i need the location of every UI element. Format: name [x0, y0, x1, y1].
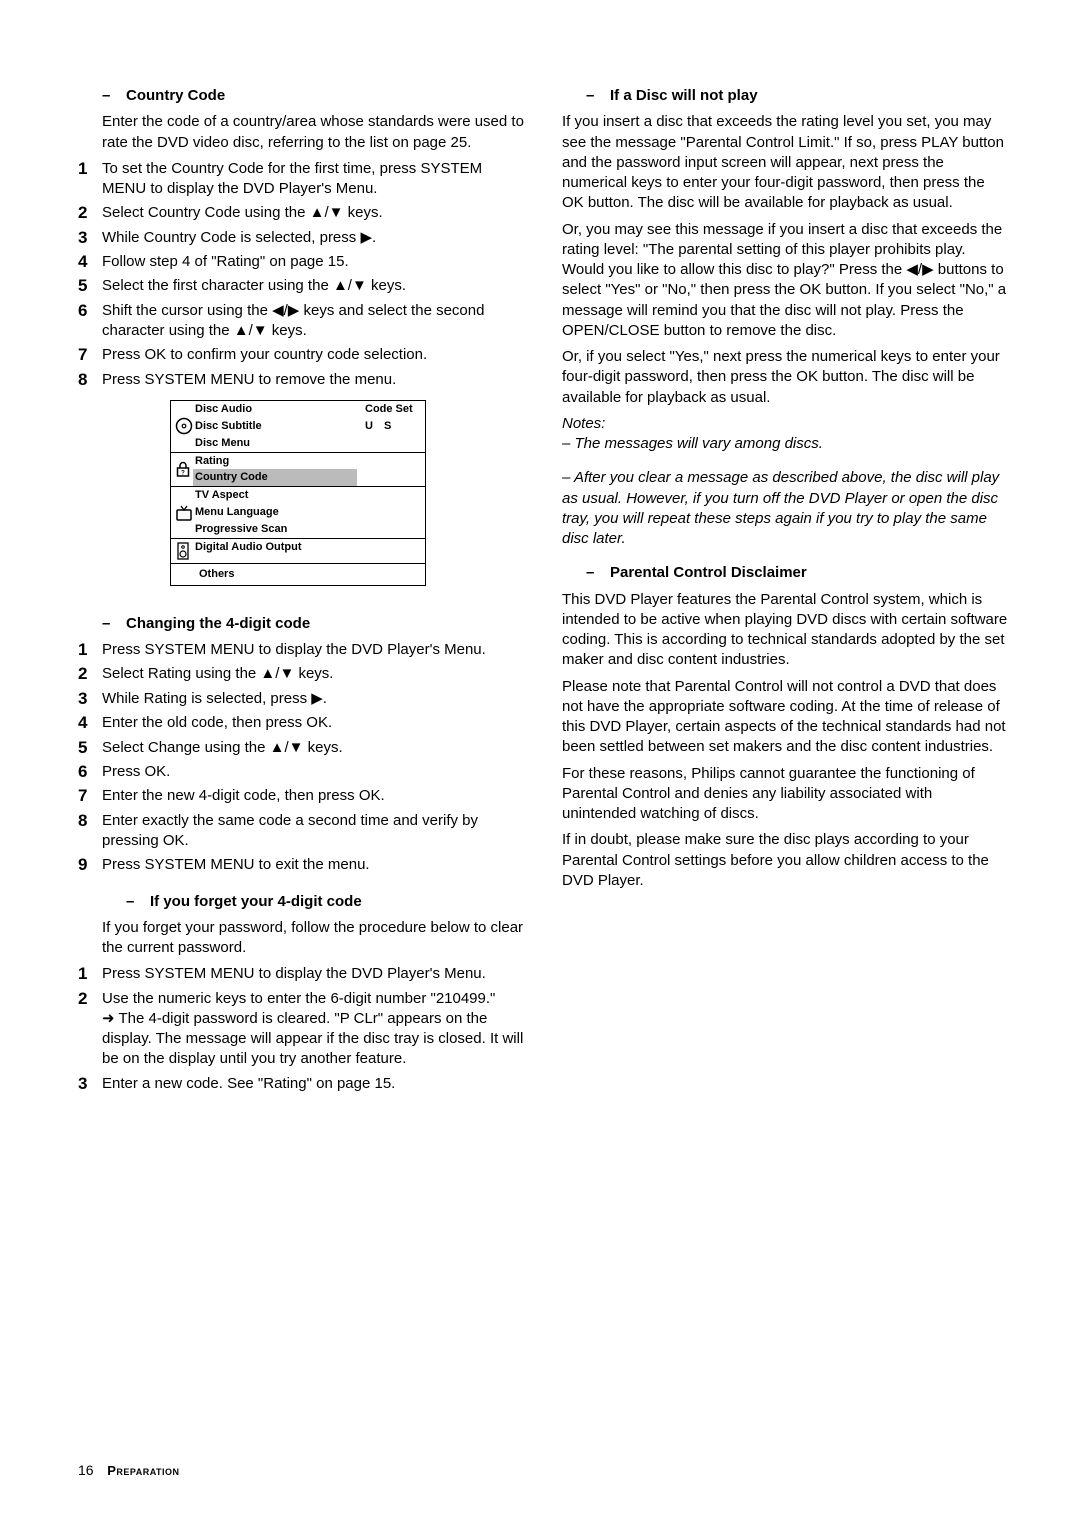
- disc-icon: [175, 417, 193, 435]
- heading-disc-not-play: – If a Disc will not play: [562, 86, 1010, 106]
- menu-item: Progressive Scan: [193, 521, 357, 538]
- step-text: Press OK.: [102, 762, 526, 782]
- step-text: Select the first character using the ▲/▼…: [102, 276, 526, 296]
- step-text: Use the numeric keys to enter the 6-digi…: [102, 990, 495, 1007]
- osd-menu-diagram: Disc Audio Code Set Disc Subtitle U S Di…: [170, 400, 426, 586]
- step-text: Select Country Code using the ▲/▼ keys.: [102, 203, 526, 223]
- code-set-value: U S: [357, 418, 425, 435]
- heading-text: Parental Control Disclaimer: [610, 563, 807, 583]
- step-number: 2: [78, 989, 102, 1070]
- menu-item: TV Aspect: [193, 487, 357, 504]
- dash: –: [102, 614, 112, 634]
- parental-p4: If in doubt, please make sure the disc p…: [562, 830, 1010, 891]
- heading-changing-code: – Changing the 4-digit code: [78, 614, 526, 634]
- step-text: To set the Country Code for the first ti…: [102, 159, 526, 200]
- menu-item: Rating: [193, 452, 357, 469]
- heading-text: Changing the 4-digit code: [126, 614, 310, 634]
- step-text: Enter the old code, then press OK.: [102, 713, 526, 733]
- step-number: 3: [78, 689, 102, 709]
- step-number: 1: [78, 640, 102, 660]
- disc-not-play-p1: If you insert a disc that exceeds the ra…: [562, 112, 1010, 213]
- code-set-label: Code Set: [357, 401, 425, 418]
- heading-parental-disclaimer: – Parental Control Disclaimer: [562, 563, 1010, 583]
- page-footer: 16 Preparation: [78, 1461, 180, 1480]
- menu-item: Disc Subtitle: [193, 418, 357, 435]
- step-number: 1: [78, 964, 102, 984]
- dash: –: [102, 86, 112, 106]
- note-1: – The messages will vary among discs.: [562, 434, 1010, 454]
- heading-text: If you forget your 4-digit code: [150, 892, 362, 912]
- country-code-steps: 1To set the Country Code for the first t…: [78, 159, 526, 390]
- step-number: 5: [78, 738, 102, 758]
- step-text: Press OK to confirm your country code se…: [102, 345, 526, 365]
- step-text: Follow step 4 of "Rating" on page 15.: [102, 252, 526, 272]
- page-number: 16: [78, 1462, 94, 1478]
- step-text: Enter the new 4-digit code, then press O…: [102, 786, 526, 806]
- dash: –: [126, 892, 136, 912]
- step-text: Press SYSTEM MENU to display the DVD Pla…: [102, 964, 526, 984]
- step-number: 7: [78, 345, 102, 365]
- menu-item: Disc Menu: [193, 435, 357, 452]
- lock-icon: ?: [175, 460, 191, 478]
- menu-item-selected: Country Code: [193, 469, 357, 486]
- note-2: – After you clear a message as described…: [562, 468, 1010, 549]
- step-text: While Rating is selected, press ▶.: [102, 689, 526, 709]
- disc-not-play-p2: Or, you may see this message if you inse…: [562, 220, 1010, 342]
- section-name: Preparation: [107, 1463, 179, 1478]
- parental-p2: Please note that Parental Control will n…: [562, 677, 1010, 758]
- parental-p3: For these reasons, Philips cannot guaran…: [562, 764, 1010, 825]
- forget-code-steps: 1Press SYSTEM MENU to display the DVD Pl…: [78, 964, 526, 1094]
- heading-forget-code: – If you forget your 4-digit code: [78, 892, 526, 912]
- heading-country-code: – Country Code: [78, 86, 526, 106]
- menu-others: Others: [171, 563, 425, 585]
- step-text: Select Change using the ▲/▼ keys.: [102, 738, 526, 758]
- speaker-icon: [175, 541, 191, 561]
- step-text: Select Rating using the ▲/▼ keys.: [102, 664, 526, 684]
- svg-text:?: ?: [181, 471, 185, 477]
- menu-item: Digital Audio Output: [193, 538, 357, 563]
- heading-text: Country Code: [126, 86, 225, 106]
- step-text: Press SYSTEM MENU to display the DVD Pla…: [102, 640, 526, 660]
- step-number: 1: [78, 159, 102, 200]
- disc-not-play-p3: Or, if you select "Yes," next press the …: [562, 347, 1010, 408]
- step-number: 5: [78, 276, 102, 296]
- step-number: 8: [78, 370, 102, 390]
- menu-item: Menu Language: [193, 504, 357, 521]
- step-number: 6: [78, 301, 102, 342]
- step-text: Press SYSTEM MENU to exit the menu.: [102, 855, 526, 875]
- forget-code-intro: If you forget your password, follow the …: [78, 918, 526, 959]
- step-text: Press SYSTEM MENU to remove the menu.: [102, 370, 526, 390]
- menu-item: Disc Audio: [193, 401, 357, 418]
- step-text: Enter a new code. See "Rating" on page 1…: [102, 1074, 526, 1094]
- step-number: 4: [78, 252, 102, 272]
- country-code-intro: Enter the code of a country/area whose s…: [78, 112, 526, 153]
- step-text: Enter exactly the same code a second tim…: [102, 811, 526, 852]
- step-number: 7: [78, 786, 102, 806]
- step-number: 9: [78, 855, 102, 875]
- step-text: Shift the cursor using the ◀/▶ keys and …: [102, 301, 526, 342]
- step-text: While Country Code is selected, press ▶.: [102, 228, 526, 248]
- step-number: 2: [78, 664, 102, 684]
- step-number: 6: [78, 762, 102, 782]
- step-number: 3: [78, 228, 102, 248]
- notes-heading: Notes:: [562, 414, 1010, 434]
- changing-code-steps: 1Press SYSTEM MENU to display the DVD Pl…: [78, 640, 526, 876]
- parental-p1: This DVD Player features the Parental Co…: [562, 590, 1010, 671]
- dash: –: [586, 86, 596, 106]
- dash: –: [586, 563, 596, 583]
- heading-text: If a Disc will not play: [610, 86, 758, 106]
- step-number: 8: [78, 811, 102, 852]
- step-number: 4: [78, 713, 102, 733]
- tv-icon: [175, 504, 193, 522]
- step-number: 3: [78, 1074, 102, 1094]
- step-number: 2: [78, 203, 102, 223]
- step-result: ➜ The 4-digit password is cleared. "P CL…: [102, 1010, 523, 1068]
